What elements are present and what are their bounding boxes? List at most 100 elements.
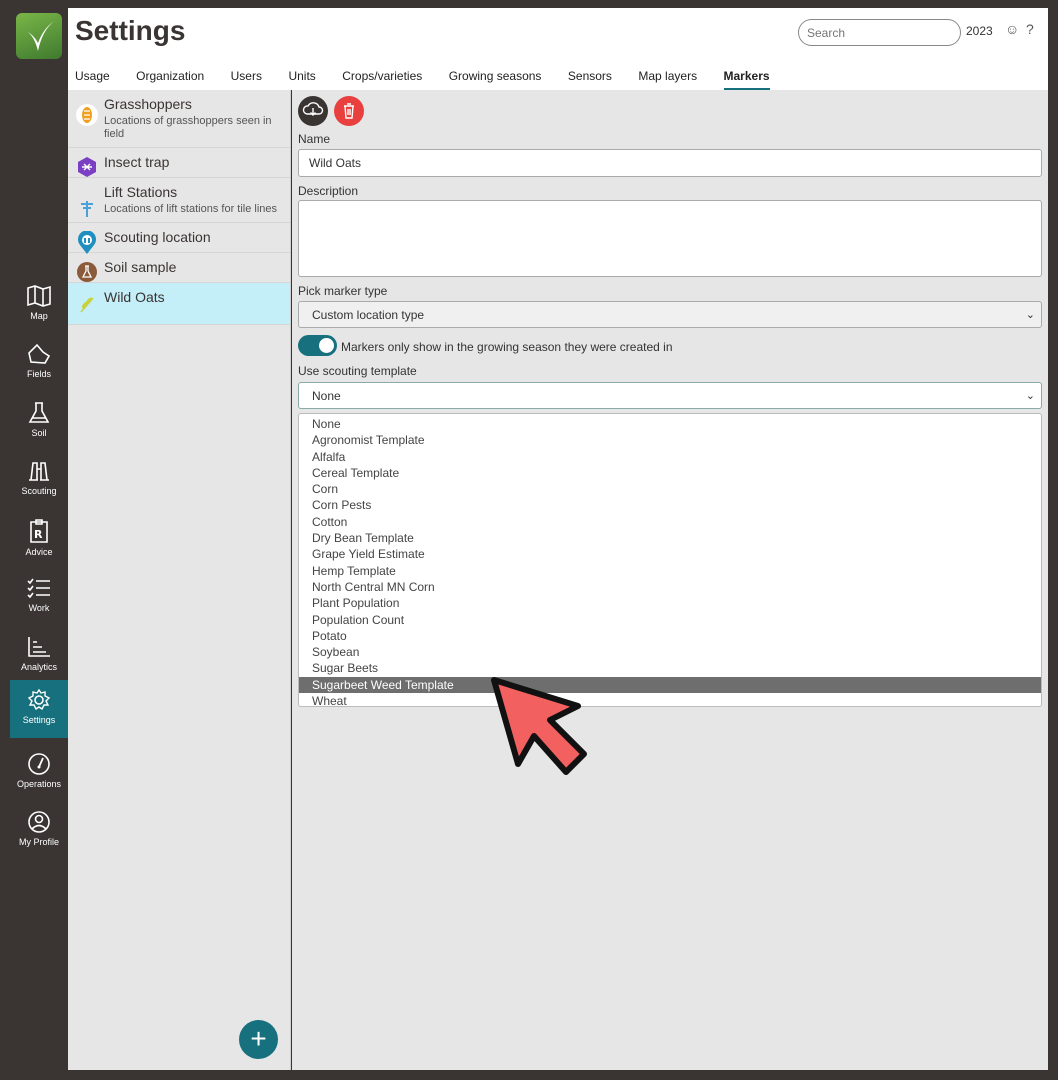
fields-icon (28, 343, 51, 364)
nav-label: Advice (25, 547, 53, 557)
dropdown-option[interactable]: Soybean (299, 644, 1041, 660)
binoculars-icon (29, 462, 49, 481)
tab-growing-seasons[interactable]: Growing seasons (449, 68, 542, 91)
nav-label: Settings (22, 715, 56, 725)
chevron-down-icon: ⌄ (1025, 390, 1035, 402)
svg-text:R: R (34, 528, 43, 541)
dropdown-option[interactable]: North Central MN Corn (299, 579, 1041, 595)
dropdown-option[interactable]: Hemp Template (299, 563, 1041, 579)
dropdown-option[interactable]: Agronomist Template (299, 432, 1041, 448)
template-select[interactable]: None ⌄ (298, 382, 1042, 409)
marker-name: Scouting location (104, 229, 211, 245)
page-title: Settings (75, 15, 186, 46)
description-field[interactable] (298, 200, 1042, 277)
tab-sensors[interactable]: Sensors (568, 68, 612, 91)
nav-fields[interactable]: Fields (10, 334, 68, 392)
dropdown-option[interactable]: Wheat (299, 693, 1041, 709)
tab-crops-varieties[interactable]: Crops/varieties (342, 68, 422, 91)
marker-item-wild-oats[interactable]: Wild Oats (68, 283, 290, 325)
season-only-toggle[interactable] (298, 335, 337, 356)
dropdown-option[interactable]: Grape Yield Estimate (299, 546, 1041, 562)
name-field[interactable]: Wild Oats (298, 149, 1042, 177)
tab-units[interactable]: Units (288, 68, 315, 91)
nav-operations[interactable]: Operations (10, 744, 68, 802)
left-nav: Map Fields Soil Scouting R Advice Work A… (10, 8, 68, 1070)
pointer-cursor-icon (491, 677, 587, 775)
prescription-icon: R (30, 519, 48, 543)
dropdown-option[interactable]: None (299, 416, 1041, 432)
insect-trap-icon (76, 156, 98, 178)
user-icon (28, 811, 50, 833)
description-label: Description (298, 184, 359, 198)
nav-scouting[interactable]: Scouting (10, 451, 68, 509)
nav-label: My Profile (18, 837, 59, 847)
marker-name: Grasshoppers (104, 96, 192, 112)
page-header: Settings 2023 ☺ ? Usage Organization Use… (68, 8, 1048, 91)
app-logo[interactable] (16, 13, 62, 59)
gauge-icon (28, 753, 50, 775)
nav-label: Map (30, 311, 48, 321)
scouting-location-icon (76, 230, 98, 254)
dropdown-option[interactable]: Sugar Beets (299, 660, 1041, 676)
nav-label: Analytics (20, 662, 57, 672)
dropdown-option[interactable]: Potato (299, 628, 1041, 644)
dropdown-option[interactable]: Dry Bean Template (299, 530, 1041, 546)
marker-item-scouting-location[interactable]: Scouting location (68, 223, 290, 254)
dropdown-option[interactable]: Cotton (299, 514, 1041, 530)
season-year-selector[interactable]: 2023 (966, 24, 993, 38)
tab-map-layers[interactable]: Map layers (638, 68, 697, 91)
gear-icon (27, 688, 51, 711)
tab-users[interactable]: Users (231, 68, 262, 91)
flask-icon (28, 402, 50, 423)
dropdown-option-highlighted[interactable]: Sugarbeet Weed Template (299, 676, 1041, 694)
chart-icon (28, 637, 50, 657)
map-icon (27, 285, 51, 307)
dropdown-option[interactable]: Cereal Template (299, 465, 1041, 481)
nav-soil[interactable]: Soil (10, 393, 68, 451)
nav-my-profile[interactable]: My Profile (10, 802, 68, 860)
grasshopper-icon (76, 104, 98, 126)
add-marker-button[interactable]: + (239, 1020, 278, 1059)
tab-usage[interactable]: Usage (75, 68, 110, 91)
marker-type-select[interactable]: Custom location type ⌄ (298, 301, 1042, 328)
help-icon[interactable]: ? (1026, 21, 1034, 37)
nav-map[interactable]: Map (10, 276, 68, 334)
dropdown-option[interactable]: Corn (299, 481, 1041, 497)
dropdown-option[interactable]: Corn Pests (299, 497, 1041, 513)
search-input[interactable] (798, 19, 961, 46)
marker-name: Lift Stations (104, 184, 178, 200)
marker-description: Locations of grasshoppers seen in field (104, 115, 272, 140)
cloud-download-icon (302, 102, 324, 116)
download-button[interactable] (298, 96, 328, 126)
marker-item-soil-sample[interactable]: Soil sample (68, 253, 290, 283)
template-label: Use scouting template (298, 364, 417, 378)
toggle-knob (319, 338, 334, 353)
nav-advice[interactable]: R Advice (10, 510, 68, 568)
dropdown-option[interactable]: Population Count (299, 612, 1041, 628)
wild-oats-icon (76, 293, 98, 315)
marker-type-value: Custom location type (312, 308, 425, 322)
nav-label: Scouting (21, 486, 57, 496)
logo-leaf-icon (26, 21, 54, 51)
nav-settings[interactable]: Settings (10, 680, 68, 738)
nav-work[interactable]: Work (10, 568, 68, 626)
checklist-icon (27, 578, 50, 599)
marker-type-label: Pick marker type (298, 284, 388, 298)
marker-item-lift-stations[interactable]: Lift Stations Locations of lift stations… (68, 178, 290, 223)
tab-organization[interactable]: Organization (136, 68, 204, 91)
marker-name: Wild Oats (104, 289, 165, 305)
nav-label: Fields (26, 369, 51, 379)
nav-label: Operations (16, 779, 62, 789)
trash-icon (344, 103, 354, 119)
marker-item-insect-trap[interactable]: Insect trap (68, 148, 290, 178)
marker-item-grasshoppers[interactable]: Grasshoppers Locations of grasshoppers s… (68, 90, 290, 148)
tab-markers[interactable]: Markers (723, 68, 770, 91)
chevron-down-icon: ⌄ (1025, 309, 1035, 321)
season-only-toggle-label: Markers only show in the growing season … (341, 340, 673, 354)
delete-button[interactable] (334, 96, 364, 126)
feedback-icon[interactable]: ☺ (1005, 21, 1019, 37)
dropdown-option[interactable]: Plant Population (299, 595, 1041, 611)
settings-tabs: Usage Organization Users Units Crops/var… (75, 67, 792, 91)
nav-analytics[interactable]: Analytics (10, 627, 68, 685)
dropdown-option[interactable]: Alfalfa (299, 449, 1041, 465)
